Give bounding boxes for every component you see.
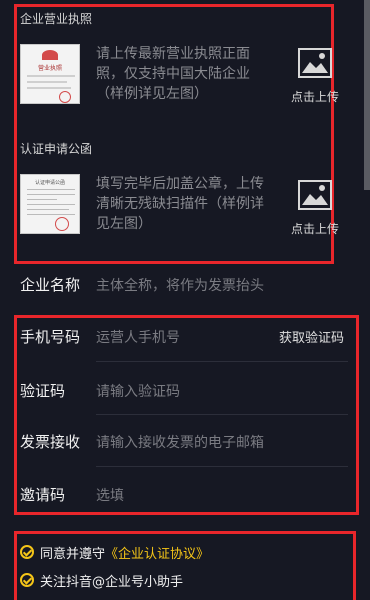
divider [96, 414, 348, 415]
letter-thumbnail-title: 认证申请公函 [34, 180, 65, 186]
license-sample-thumbnail: 营业执照 [20, 44, 80, 104]
agree-text: 同意并遵守《企业认证协议》 [40, 543, 209, 562]
divider [96, 466, 348, 467]
letter-description: 填写完毕后加盖公章，上传清晰无残缺扫描件（样例详见左图） [96, 176, 264, 232]
agree-prefix: 同意并遵守 [40, 547, 106, 562]
invoice-label: 发票接收 [20, 433, 81, 451]
letter-upload-label: 点击上传 [290, 222, 339, 236]
letter-sample-thumbnail: 认证申请公函 [20, 174, 80, 234]
image-icon [298, 48, 332, 78]
agree-checkbox[interactable] [20, 545, 34, 559]
phone-label: 手机号码 [20, 328, 81, 346]
phone-input[interactable]: 运营人手机号 [96, 327, 180, 347]
scrollbar[interactable] [364, 0, 370, 190]
company-name-input[interactable]: 主体全称，将作为发票抬头 [96, 275, 264, 295]
follow-text: 关注抖音@企业号小助手 [40, 575, 184, 590]
invite-code-input[interactable]: 选填 [96, 485, 124, 505]
follow-checkbox[interactable] [20, 573, 34, 587]
license-upload-button[interactable]: 点击上传 [282, 48, 348, 105]
invite-code-label: 邀请码 [20, 486, 66, 504]
letter-section-title: 认证申请公函 [20, 142, 93, 156]
license-thumbnail-title: 营业执照 [37, 65, 62, 72]
license-description: 请上传最新营业执照正面照，仅支持中国大陆企业（样例详见左图） [96, 46, 250, 102]
license-section-title: 企业营业执照 [20, 12, 93, 26]
get-verify-code-button[interactable]: 获取验证码 [279, 327, 344, 346]
license-upload-label: 点击上传 [290, 90, 339, 104]
letter-upload-button[interactable]: 点击上传 [282, 180, 348, 237]
verify-code-label: 验证码 [20, 382, 66, 400]
image-icon [298, 180, 332, 210]
verify-code-input[interactable]: 请输入验证码 [96, 381, 180, 401]
company-name-label: 企业名称 [20, 276, 81, 294]
invoice-email-input[interactable]: 请输入接收发票的电子邮箱 [96, 432, 264, 452]
agreement-link[interactable]: 《企业认证协议》 [105, 547, 209, 562]
divider [96, 361, 348, 362]
